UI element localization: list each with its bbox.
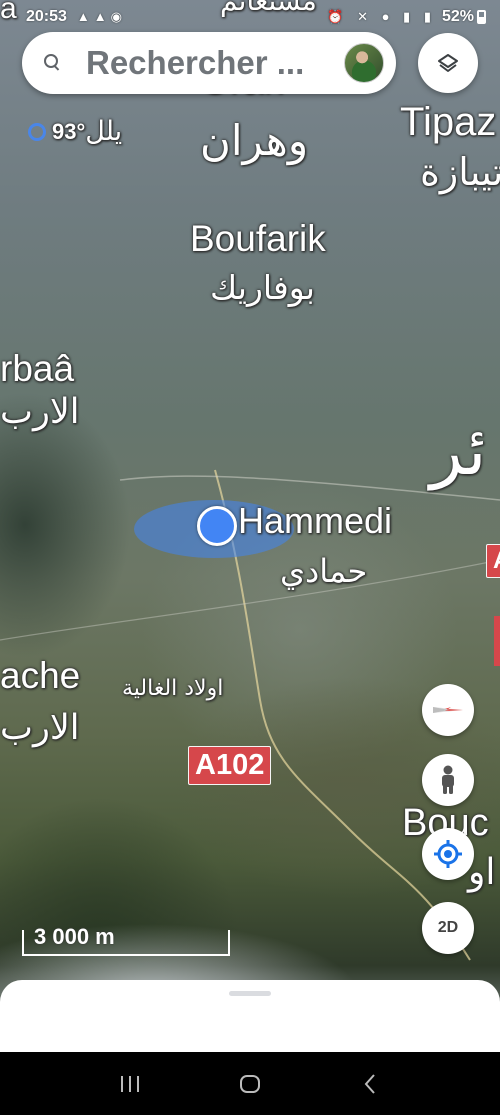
search-bar[interactable]: Rechercher ...: [22, 32, 396, 94]
my-location-dot[interactable]: [197, 506, 237, 546]
road-shield-a102: A102: [188, 746, 272, 785]
map-label-larbatache: ache: [0, 655, 81, 696]
bottom-sheet[interactable]: [0, 980, 500, 1052]
weather-place-label: يلل: [85, 116, 123, 147]
search-icon: [44, 54, 62, 72]
home-icon: [240, 1074, 260, 1093]
map-label-tipaza-ar: تيبازة: [420, 150, 500, 194]
map-label-hammedi-ar: حمادي: [280, 552, 368, 590]
street-view-button[interactable]: [422, 754, 474, 806]
road-shield-edge-strip: [494, 616, 500, 666]
status-bar: 20:53 ▲▲◉ ⏰ ✕ ● ▮ ▮ 52%: [0, 0, 500, 34]
search-placeholder: Rechercher ...: [86, 44, 305, 81]
weather-icon: [28, 122, 46, 141]
compass-button[interactable]: [422, 684, 474, 736]
weather-temperature: 93°: [52, 118, 86, 144]
road-shield-a-edge: A: [486, 544, 500, 578]
home-button[interactable]: [230, 1064, 270, 1104]
map-label-ouled: اولاد الغالية: [122, 676, 224, 701]
battery-icon: [477, 10, 486, 24]
map-label-hammedi: Hammedi: [238, 500, 393, 541]
notification-icons: ▲▲◉: [76, 9, 126, 24]
map-label-boufarik-ar: بوفاريك: [210, 268, 315, 307]
compass-icon: [433, 707, 463, 713]
layers-icon: [438, 54, 458, 72]
back-icon: [364, 1073, 375, 1094]
scale-bar: 3 000 m: [22, 924, 230, 956]
scale-label: 3 000 m: [34, 924, 115, 949]
map-label-tipaza: Tipaz: [400, 100, 497, 144]
map-label-boufarik: Boufarik: [190, 218, 326, 259]
map-view[interactable]: a مستغانم 93° يلل Oran وهران Tipaz تيباز…: [0, 0, 500, 1050]
my-location-button[interactable]: [422, 828, 474, 880]
map-label-oran-ar: وهران: [200, 116, 309, 165]
account-avatar[interactable]: [344, 43, 384, 83]
weather-chip[interactable]: 93° يلل: [28, 116, 122, 147]
pegman-icon: [442, 765, 454, 794]
map-label-larbatache-ar: الارب: [0, 708, 80, 748]
status-time: 20:53: [26, 8, 67, 25]
battery-level: 52%: [441, 8, 474, 25]
system-nav-bar: [0, 1052, 500, 1115]
layers-button[interactable]: [418, 33, 478, 93]
crosshair-icon: [434, 840, 462, 868]
view-2d-button[interactable]: 2D: [422, 902, 474, 954]
map-label-larbaa-ar: الارب: [0, 392, 80, 432]
system-icons: ⏰ ✕ ● ▮ ▮: [327, 9, 436, 24]
back-button[interactable]: [350, 1064, 390, 1104]
map-label-alger-ar: ئر: [430, 412, 487, 491]
recent-apps-icon: [121, 1075, 139, 1092]
sheet-drag-handle[interactable]: [229, 991, 271, 996]
view-2d-label: 2D: [437, 919, 459, 936]
map-label-larbaa: rbaâ: [0, 348, 75, 389]
recent-apps-button[interactable]: [110, 1064, 150, 1104]
